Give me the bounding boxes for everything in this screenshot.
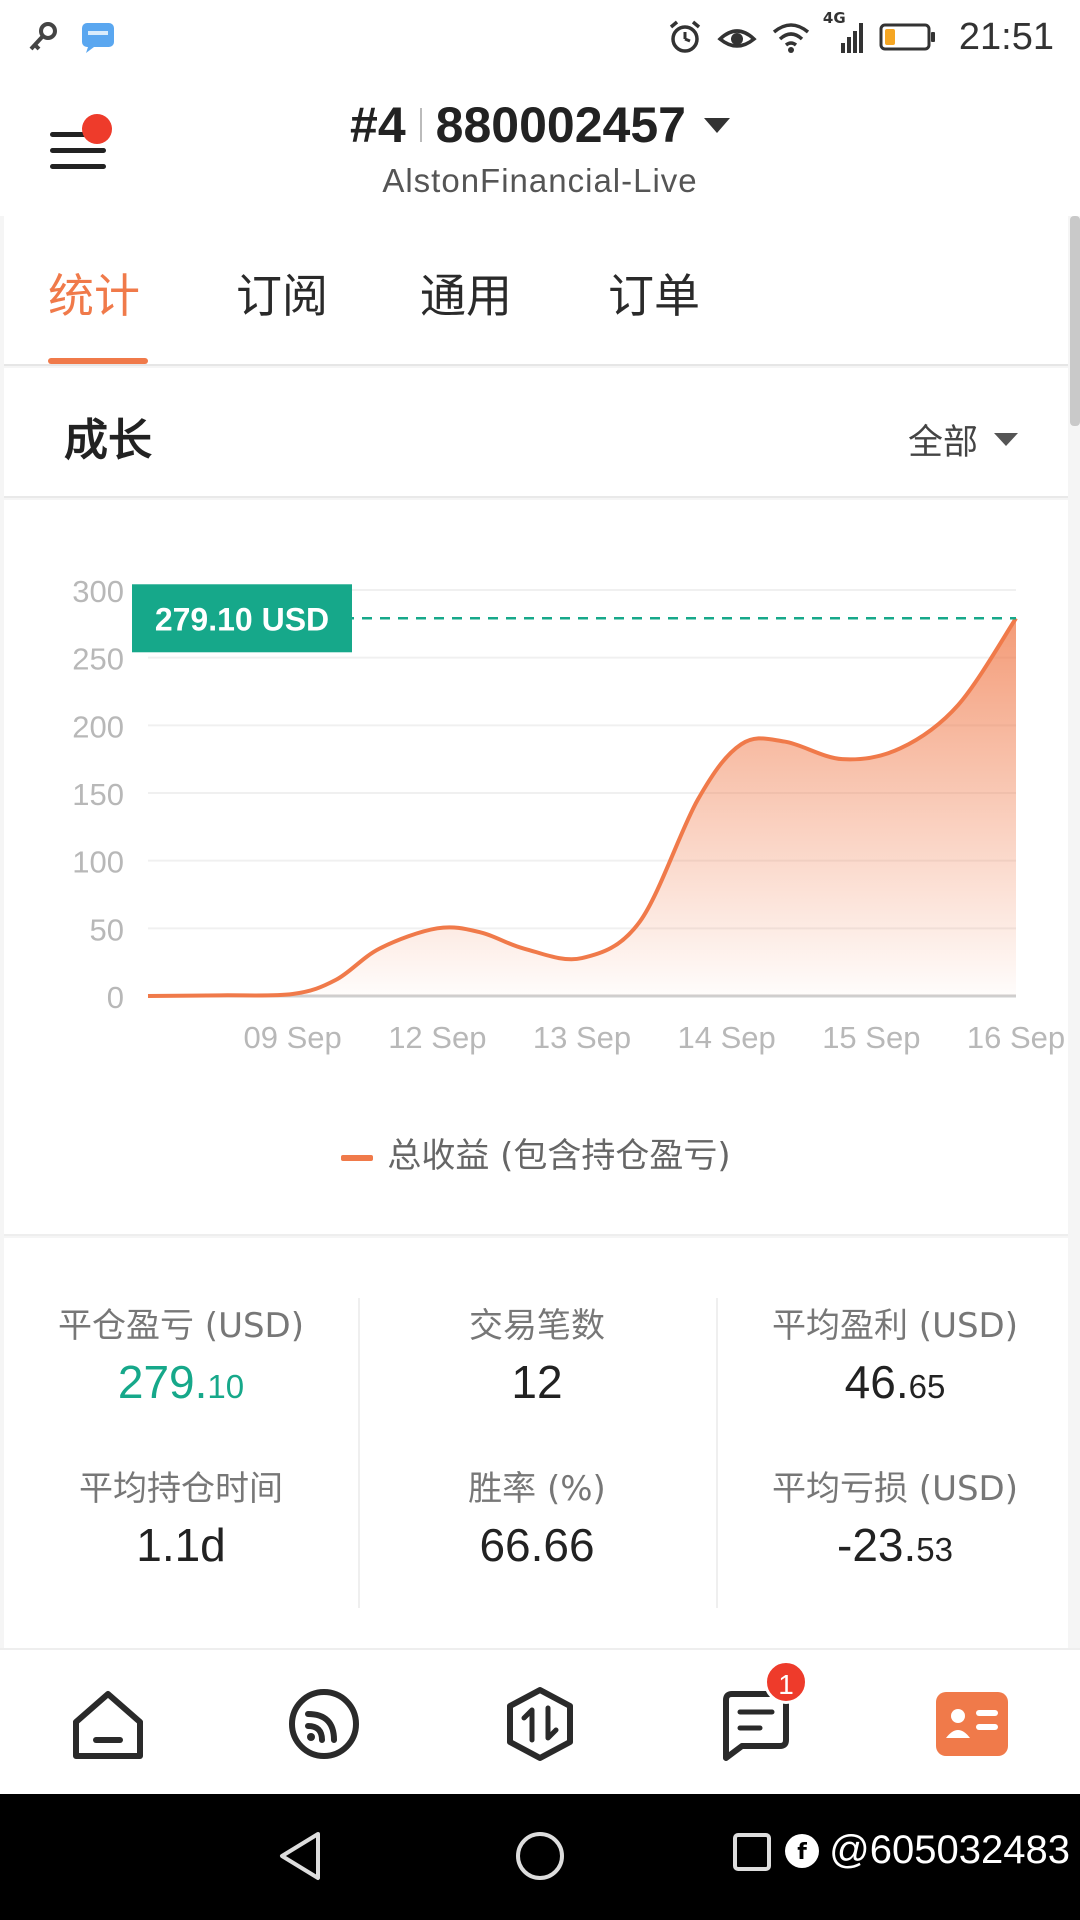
trades-value: 12 bbox=[511, 1356, 563, 1408]
x-tick-label: 15 Sep bbox=[822, 1020, 920, 1055]
y-tick-label: 300 bbox=[72, 574, 124, 609]
win-rate-label: 胜率 (%) bbox=[468, 1469, 606, 1509]
stats-column-1: 平仓盈亏 (USD) 279.10 平均持仓时间 1.1d bbox=[4, 1298, 358, 1618]
account-separator bbox=[419, 108, 422, 142]
tab-orders[interactable]: 订单 bbox=[608, 260, 700, 326]
avg-profit-dec: 65 bbox=[908, 1368, 946, 1405]
key-icon bbox=[29, 22, 57, 51]
x-tick-label: 13 Sep bbox=[533, 1020, 631, 1055]
x-tick-label: 16 Sep bbox=[967, 1020, 1065, 1055]
tab-general[interactable]: 通用 bbox=[420, 260, 512, 326]
caret-down-icon bbox=[703, 117, 730, 133]
y-tick-label: 100 bbox=[72, 845, 124, 880]
avg-loss-int: -23. bbox=[837, 1519, 917, 1571]
avg-loss-dec: 53 bbox=[916, 1531, 953, 1568]
growth-chart-card: 300 250 200 150 100 50 0 09 Sep 12 Sep 13 Sep 14 S… bbox=[4, 500, 1068, 1236]
stats-panel: 平仓盈亏 (USD) 279.10 平均持仓时间 1.1d 交易笔数 12 胜率… bbox=[4, 1238, 1068, 1648]
tab-statistics[interactable]: 统计 bbox=[48, 260, 140, 326]
svg-text:f: f bbox=[797, 1840, 807, 1865]
series-area bbox=[148, 618, 1016, 996]
avg-profit-int: 46. bbox=[844, 1356, 909, 1408]
closed-pnl-int: 279. bbox=[117, 1356, 208, 1408]
watermark-logo-icon: f bbox=[785, 1833, 820, 1868]
y-tick-label: 50 bbox=[90, 912, 124, 947]
legend-swatch bbox=[341, 1154, 374, 1161]
message-icon bbox=[82, 23, 114, 53]
avg-profit-value: 46.65 bbox=[718, 1355, 1072, 1409]
trade-icon bbox=[507, 1687, 573, 1761]
status-bar: 4G 21:51 bbox=[0, 0, 1080, 74]
eye-icon bbox=[717, 29, 757, 48]
closed-pnl-label: 平仓盈亏 (USD) bbox=[58, 1306, 304, 1346]
growth-section-header: 成长 全部 bbox=[4, 368, 1068, 498]
y-tick-label: 200 bbox=[72, 709, 124, 744]
section-title: 成长 bbox=[64, 415, 152, 466]
current-value-label: 279.10 USD bbox=[155, 601, 329, 637]
clock: 21:51 bbox=[958, 15, 1054, 58]
filter-label: 全部 bbox=[907, 423, 978, 463]
avg-hold-value: 1.1d bbox=[136, 1519, 226, 1571]
caret-down-icon bbox=[994, 433, 1018, 446]
legend-label: 总收益 (包含持仓盈亏) bbox=[387, 1136, 731, 1176]
account-index: #4 bbox=[350, 97, 406, 153]
avg-hold-label: 平均持仓时间 bbox=[79, 1469, 283, 1509]
y-tick-label: 250 bbox=[72, 642, 124, 677]
home-circle-icon[interactable] bbox=[510, 1826, 570, 1886]
x-tick-label: 14 Sep bbox=[678, 1020, 776, 1055]
period-filter-dropdown[interactable]: 全部 bbox=[908, 414, 1018, 465]
stats-column-2: 交易笔数 12 胜率 (%) 66.66 bbox=[360, 1298, 714, 1618]
active-tab-indicator bbox=[48, 358, 148, 364]
alarm-icon bbox=[669, 20, 701, 53]
nav-trade[interactable] bbox=[500, 1684, 580, 1764]
tab-bar: 统计 订阅 通用 订单 bbox=[4, 216, 1068, 366]
server-name: AlstonFinancial-Live bbox=[382, 162, 698, 199]
system-navigation-bar: f @605032483 bbox=[0, 1794, 1080, 1920]
chart-legend: 总收益 (包含持仓盈亏) bbox=[4, 1128, 1068, 1177]
y-tick-label: 150 bbox=[72, 777, 124, 812]
x-tick-label: 12 Sep bbox=[388, 1020, 486, 1055]
growth-chart: 300 250 200 150 100 50 0 09 Sep 12 Sep 13 Sep 14 S… bbox=[72, 574, 1065, 1055]
nav-profile[interactable] bbox=[932, 1684, 1012, 1764]
watermark: f @605032483 bbox=[731, 1828, 1070, 1873]
home-icon bbox=[73, 1691, 143, 1759]
avg-profit-label: 平均盈利 (USD) bbox=[772, 1306, 1018, 1346]
tab-subscribe[interactable]: 订阅 bbox=[236, 260, 328, 326]
feed-icon bbox=[289, 1689, 359, 1759]
recents-square-icon[interactable] bbox=[731, 1829, 775, 1873]
app-header: #4 880002457 AlstonFinancial-Live bbox=[0, 74, 1080, 216]
account-number: 880002457 bbox=[435, 97, 686, 153]
stats-column-3: 平均盈利 (USD) 46.65 平均亏损 (USD) -23.53 bbox=[718, 1298, 1072, 1618]
y-tick-label: 0 bbox=[107, 980, 124, 1015]
watermark-text: @605032483 bbox=[829, 1828, 1070, 1872]
nav-feed[interactable] bbox=[284, 1684, 364, 1764]
x-tick-label: 09 Sep bbox=[244, 1020, 342, 1055]
trades-label: 交易笔数 bbox=[469, 1306, 605, 1346]
closed-pnl-value: 279.10 bbox=[4, 1355, 358, 1409]
account-selector[interactable]: #4 880002457 AlstonFinancial-Live bbox=[0, 96, 1080, 200]
closed-pnl-dec: 10 bbox=[207, 1368, 245, 1405]
wifi-icon bbox=[772, 23, 810, 53]
avg-loss-label: 平均亏损 (USD) bbox=[772, 1469, 1018, 1509]
avg-loss-value: -23.53 bbox=[718, 1518, 1072, 1572]
signal-icon: 4G bbox=[823, 9, 865, 55]
profile-icon bbox=[936, 1692, 1008, 1756]
nav-home[interactable] bbox=[68, 1684, 148, 1764]
bottom-navigation: 1 bbox=[0, 1648, 1080, 1794]
messages-badge: 1 bbox=[764, 1660, 808, 1704]
scrollbar[interactable] bbox=[1070, 216, 1080, 426]
battery-icon bbox=[879, 23, 935, 51]
win-rate-value: 66.66 bbox=[479, 1519, 595, 1571]
back-icon[interactable] bbox=[270, 1826, 330, 1886]
